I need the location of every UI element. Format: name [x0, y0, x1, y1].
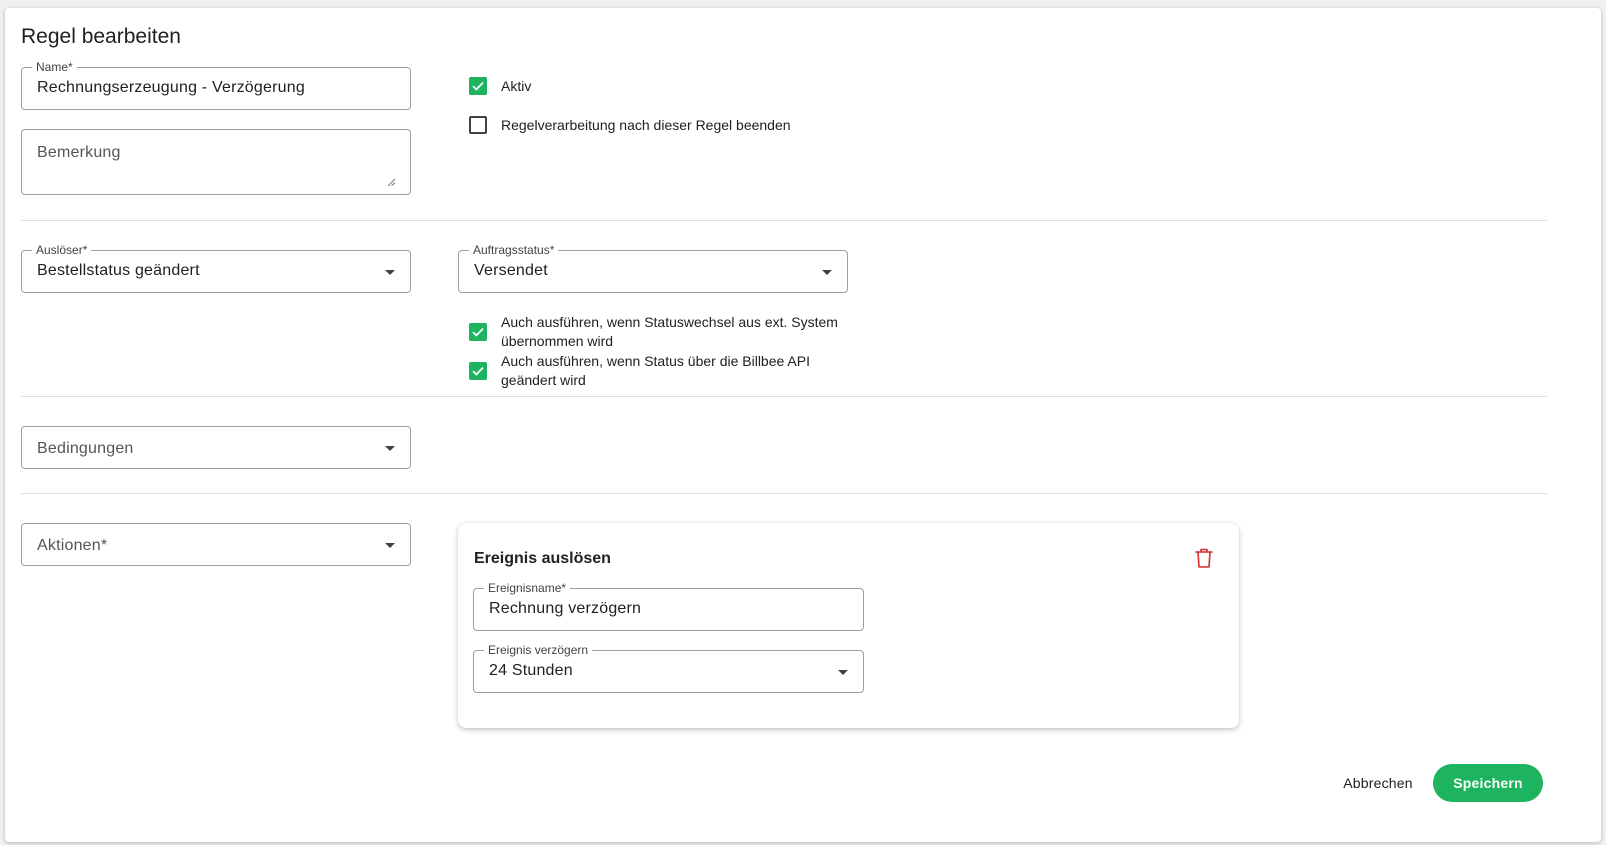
api-checkbox-label: Auch ausführen, wenn Status über die Bil…: [501, 352, 810, 390]
trash-icon[interactable]: [1194, 547, 1214, 569]
conditions-select[interactable]: Bedingungen: [21, 426, 411, 469]
event-delay-select-value: 24 Stunden: [489, 662, 573, 679]
trigger-select[interactable]: Auslöser* Bestellstatus geändert: [21, 244, 411, 293]
conditions-select-placeholder: Bedingungen: [37, 440, 134, 457]
chevron-down-icon: [385, 270, 395, 275]
name-field-label: Name*: [32, 61, 77, 73]
event-delay-select-label: Ereignis verzögern: [484, 644, 593, 656]
order-status-select-label: Auftragsstatus*: [469, 244, 559, 256]
chevron-down-icon: [838, 670, 848, 675]
active-checkbox-label: Aktiv: [501, 78, 532, 94]
name-field-value[interactable]: Rechnungserzeugung - Verzögerung: [37, 79, 305, 97]
action-card-title: Ereignis auslösen: [474, 550, 611, 567]
stop-processing-checkbox-label: Regelverarbeitung nach dieser Regel been…: [501, 117, 791, 133]
action-card: Ereignis auslösen Ereignisname* Rechnung…: [458, 523, 1239, 728]
api-label-line1: Auch ausführen, wenn Status über die Bil…: [501, 353, 810, 369]
event-name-field-label: Ereignisname*: [484, 582, 571, 594]
chevron-down-icon: [385, 446, 395, 451]
save-button[interactable]: Speichern: [1433, 764, 1543, 802]
api-label-line2: geändert wird: [501, 372, 586, 388]
check-icon: [472, 81, 484, 91]
ext-system-checkbox-label: Auch ausführen, wenn Statuswechsel aus e…: [501, 313, 838, 351]
order-status-select-value: Versendet: [474, 262, 548, 279]
event-name-field-value[interactable]: Rechnung verzögern: [489, 600, 641, 618]
chevron-down-icon: [385, 543, 395, 548]
actions-select-placeholder: Aktionen*: [37, 537, 108, 554]
section-divider: [21, 493, 1547, 494]
active-checkbox[interactable]: [469, 77, 487, 95]
ext-system-label-line2: übernommen wird: [501, 333, 614, 349]
check-icon: [472, 327, 484, 337]
ext-system-label-line1: Auch ausführen, wenn Statuswechsel aus e…: [501, 314, 838, 330]
chevron-down-icon: [822, 270, 832, 275]
section-divider: [21, 396, 1547, 397]
trigger-select-value: Bestellstatus geändert: [37, 262, 200, 279]
name-field[interactable]: Name* Rechnungserzeugung - Verzögerung: [21, 61, 411, 110]
api-checkbox[interactable]: [469, 362, 487, 380]
remark-placeholder: Bemerkung: [37, 144, 121, 161]
ext-system-checkbox[interactable]: [469, 323, 487, 341]
cancel-button[interactable]: Abbrechen: [1332, 764, 1424, 802]
section-divider: [21, 220, 1547, 221]
actions-select[interactable]: Aktionen*: [21, 523, 411, 566]
resize-grip-icon[interactable]: [387, 178, 395, 186]
dialog-title: Regel bearbeiten: [21, 25, 181, 48]
trigger-select-label: Auslöser*: [32, 244, 92, 256]
event-name-field[interactable]: Ereignisname* Rechnung verzögern: [473, 582, 864, 631]
remark-textarea[interactable]: Bemerkung: [21, 129, 411, 195]
order-status-select[interactable]: Auftragsstatus* Versendet: [458, 244, 848, 293]
event-delay-select[interactable]: Ereignis verzögern 24 Stunden: [473, 644, 864, 693]
stop-processing-checkbox[interactable]: [469, 116, 487, 134]
check-icon: [472, 366, 484, 376]
